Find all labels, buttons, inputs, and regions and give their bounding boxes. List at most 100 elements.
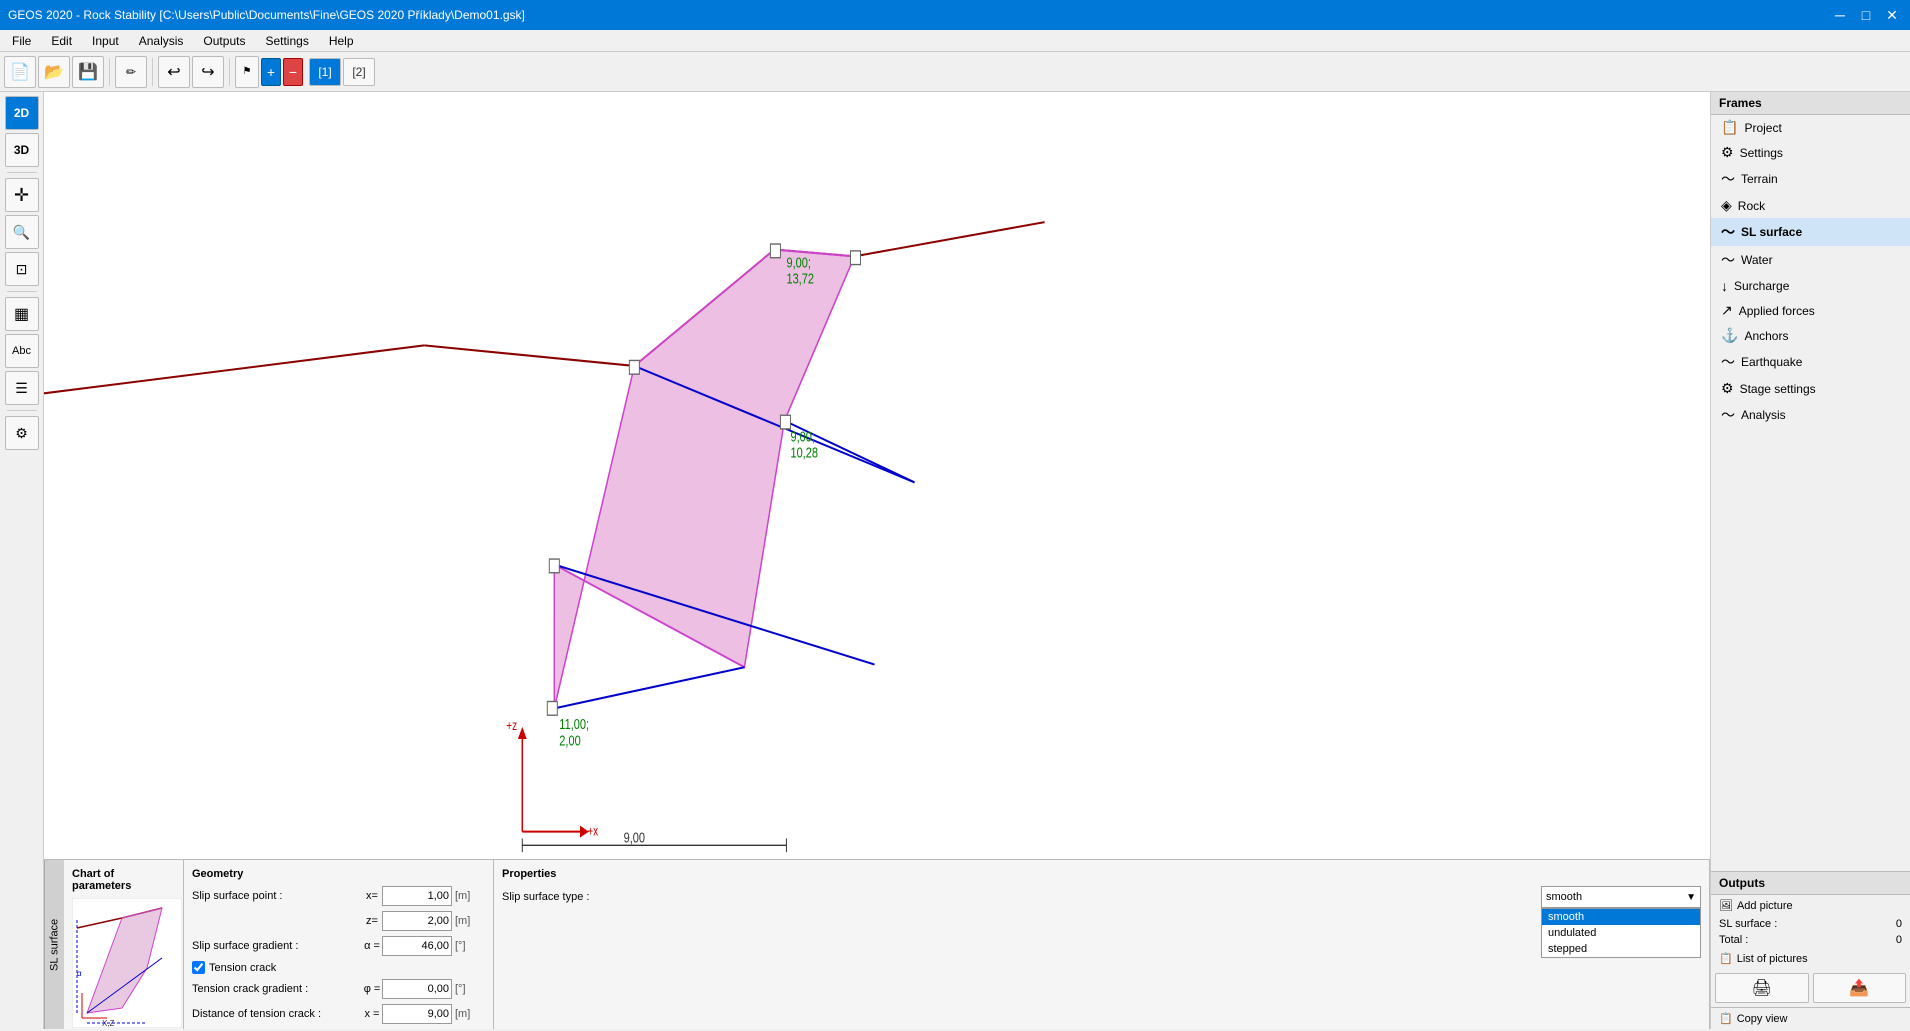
dist-x-input[interactable] — [382, 1004, 452, 1024]
btn-settings[interactable]: ⚙ — [5, 416, 39, 450]
menu-edit[interactable]: Edit — [43, 32, 80, 50]
outputs-section: Outputs 🖼 Add picture SL surface : 0 Tot… — [1711, 871, 1910, 1029]
frame-applied-forces[interactable]: ↗ Applied forces — [1711, 298, 1910, 323]
svg-text:10,28: 10,28 — [790, 444, 818, 461]
frame-project[interactable]: 📋 Project — [1711, 115, 1910, 140]
tension-crack-row: Tension crack — [192, 961, 485, 974]
print-button[interactable]: 🖨 — [1715, 973, 1809, 1003]
copy-view-button[interactable]: 📋 Copy view — [1711, 1007, 1910, 1029]
chart-svg: α X,Z — [72, 898, 182, 1028]
stage-2-button[interactable]: [2] — [343, 58, 375, 86]
minimize-button[interactable]: ─ — [1830, 5, 1850, 25]
undo-button[interactable]: ↩ — [158, 56, 190, 88]
frame-water[interactable]: 〜 Water — [1711, 246, 1910, 274]
copy-view-label: Copy view — [1737, 1013, 1788, 1025]
edit-button[interactable]: ✏ — [115, 56, 147, 88]
chart-title: Chart of parameters — [72, 868, 175, 892]
option-undulated[interactable]: undulated — [1542, 925, 1700, 941]
frame-sl-surface[interactable]: 〜 SL surface — [1711, 218, 1910, 246]
svg-text:9,00;: 9,00; — [786, 254, 810, 271]
menu-analysis[interactable]: Analysis — [131, 32, 192, 50]
title-text: GEOS 2020 - Rock Stability [C:\Users\Pub… — [8, 8, 525, 22]
slip-type-options: smooth undulated stepped — [1541, 908, 1701, 958]
option-smooth[interactable]: smooth — [1542, 909, 1700, 925]
bottom-panel: SL surface Chart of parameters α X,Z — [44, 859, 1710, 1029]
frame-applied-forces-label: Applied forces — [1739, 304, 1815, 318]
z-unit: [m] — [455, 915, 485, 927]
slip-type-value: smooth — [1546, 891, 1686, 903]
applied-forces-icon: ↗ — [1721, 302, 1733, 319]
svg-text:11,00;: 11,00; — [559, 715, 589, 732]
stage-add-button[interactable]: + — [261, 58, 281, 86]
geometry-title: Geometry — [192, 868, 485, 880]
redo-button[interactable]: ↪ — [192, 56, 224, 88]
menu-bar: File Edit Input Analysis Outputs Setting… — [0, 30, 1910, 52]
alpha-input[interactable] — [382, 936, 452, 956]
project-icon: 📋 — [1721, 119, 1738, 136]
menu-file[interactable]: File — [4, 32, 39, 50]
new-button[interactable]: 📄 — [4, 56, 36, 88]
frame-earthquake[interactable]: 〜 Earthquake — [1711, 348, 1910, 376]
btn-list[interactable]: ☰ — [5, 371, 39, 405]
analysis-icon: 〜 — [1721, 405, 1735, 425]
menu-input[interactable]: Input — [84, 32, 127, 50]
dist-x-unit: [m] — [455, 1008, 485, 1020]
phi-input[interactable] — [382, 979, 452, 999]
maximize-button[interactable]: □ — [1856, 5, 1876, 25]
properties-section: Properties Slip surface type : smooth ▼ … — [494, 860, 1710, 1029]
settings-icon: ⚙ — [1721, 144, 1734, 161]
canvas-area[interactable]: 9,00; 13,72 9,00; 10,28 11,00; 2,00 +z +… — [44, 92, 1710, 859]
frame-terrain[interactable]: 〜 Terrain — [1711, 165, 1910, 193]
btn-3d[interactable]: 3D — [5, 133, 39, 167]
phi-label: φ = — [362, 983, 382, 995]
frame-surcharge[interactable]: ↓ Surcharge — [1711, 274, 1910, 298]
frame-terrain-label: Terrain — [1741, 172, 1778, 186]
close-button[interactable]: ✕ — [1882, 5, 1902, 25]
stage-settings-icon: ⚙ — [1721, 380, 1734, 397]
frame-sl-surface-label: SL surface — [1741, 225, 1802, 239]
btn-2d[interactable]: 2D — [5, 96, 39, 130]
geometry-section: Geometry Slip surface point : x= [m] z= … — [184, 860, 494, 1029]
btn-table[interactable]: ▦ — [5, 297, 39, 331]
tension-crack-checkbox[interactable] — [192, 961, 205, 974]
slip-point-row: Slip surface point : x= [m] — [192, 886, 485, 906]
add-picture-label: Add picture — [1737, 900, 1793, 912]
title-bar-controls: ─ □ ✕ — [1830, 5, 1902, 25]
save-button[interactable]: 💾 — [72, 56, 104, 88]
btn-select[interactable]: ⊡ — [5, 252, 39, 286]
slip-type-dropdown[interactable]: smooth ▼ — [1541, 886, 1701, 908]
btn-abc[interactable]: Abc — [5, 334, 39, 368]
toolbar-sep-1 — [109, 58, 110, 86]
left-sep-1 — [7, 172, 37, 173]
option-stepped[interactable]: stepped — [1542, 941, 1700, 957]
frame-anchors[interactable]: ⚓ Anchors — [1711, 323, 1910, 348]
frame-stage-settings[interactable]: ⚙ Stage settings — [1711, 376, 1910, 401]
tension-crack-label: Tension crack — [209, 962, 276, 974]
menu-settings[interactable]: Settings — [257, 32, 316, 50]
svg-text:2,00: 2,00 — [559, 732, 580, 749]
frame-anchors-label: Anchors — [1744, 329, 1788, 343]
sl-surface-tab[interactable]: SL surface — [44, 860, 64, 1029]
x-input[interactable] — [382, 886, 452, 906]
open-button[interactable]: 📂 — [38, 56, 70, 88]
frame-rock[interactable]: ◈ Rock — [1711, 193, 1910, 218]
frame-analysis[interactable]: 〜 Analysis — [1711, 401, 1910, 429]
dist-label: Distance of tension crack : — [192, 1008, 362, 1020]
stage-remove-button[interactable]: − — [283, 58, 303, 86]
btn-zoom[interactable]: 🔍 — [5, 215, 39, 249]
btn-move[interactable]: ✛ — [5, 178, 39, 212]
sl-surface-output-row: SL surface : 0 — [1711, 916, 1910, 932]
add-picture-button[interactable]: 🖼 Add picture — [1711, 895, 1910, 916]
stage-1-button[interactable]: [1] — [309, 58, 341, 86]
alpha-unit: [°] — [455, 940, 485, 952]
menu-outputs[interactable]: Outputs — [195, 32, 253, 50]
export-button[interactable]: 📤 — [1813, 973, 1907, 1003]
anchors-icon: ⚓ — [1721, 327, 1738, 344]
list-of-pictures-button[interactable]: 📋 List of pictures — [1711, 948, 1910, 969]
z-input[interactable] — [382, 911, 452, 931]
rock-icon: ◈ — [1721, 197, 1732, 214]
frame-settings[interactable]: ⚙ Settings — [1711, 140, 1910, 165]
menu-help[interactable]: Help — [321, 32, 362, 50]
frame-analysis-label: Analysis — [1741, 408, 1786, 422]
toolbar: 📄 📂 💾 ✏ ↩ ↪ ⚑ + − [1] [2] — [0, 52, 1910, 92]
